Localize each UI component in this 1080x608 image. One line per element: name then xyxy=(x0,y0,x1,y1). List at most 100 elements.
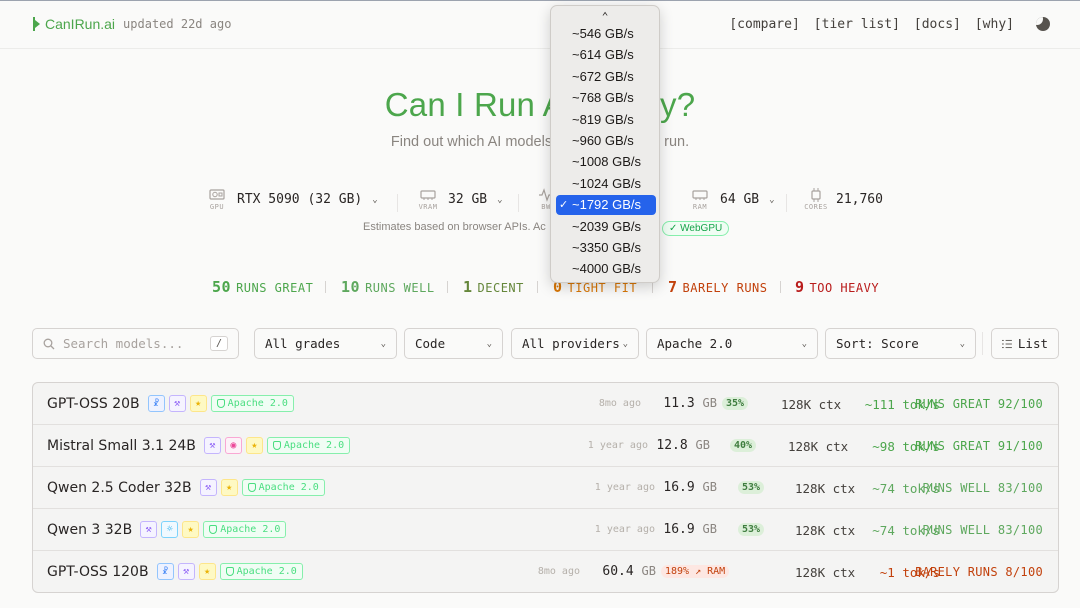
ram-selector[interactable]: RAM 64 GB ⌄ xyxy=(688,188,775,211)
gpu-caption: GPU xyxy=(209,203,225,211)
chevron-down-icon: ⌄ xyxy=(959,338,965,349)
nodes-icon: ☧ xyxy=(156,563,174,580)
bandwidth-option[interactable]: ~1008 GB/s xyxy=(556,152,656,172)
nav-tier-list[interactable]: [tier list] xyxy=(814,17,900,32)
chevron-down-icon: ⌄ xyxy=(497,194,503,205)
task-select[interactable]: Code ⌄ xyxy=(404,328,503,359)
memory-usage-badge: 35% xyxy=(722,397,749,410)
provider-select[interactable]: All providers ⌄ xyxy=(511,328,639,359)
nav-docs[interactable]: [docs] xyxy=(914,17,961,32)
license-badge: Apache 2.0 xyxy=(241,479,325,496)
bandwidth-option[interactable]: ~672 GB/s xyxy=(556,67,656,87)
chevron-down-icon: ⌄ xyxy=(769,194,775,205)
model-size-unit: GB xyxy=(641,564,656,578)
brand-name[interactable]: CanIRun.ai xyxy=(45,16,115,32)
filter-bar: / All grades⌄ Code⌄ All providers⌄ Apach… xyxy=(0,328,1080,359)
page-title: Can I Run AI locally? xyxy=(384,86,696,123)
hardware-specs: GPU RTX 5090 (32 GB) ⌄ VRAM 32 GB ⌄ BW R… xyxy=(0,188,1080,222)
memory-usage-badge: 53% xyxy=(738,481,765,494)
table-row[interactable]: Qwen 2.5 Coder 32B ⚒ ★ Apache 2.0 1 year ago… xyxy=(33,467,1058,509)
eye-icon: ◉ xyxy=(224,437,242,454)
wrench-icon: ⚒ xyxy=(203,437,221,454)
grade-score: RUNS WELL 83/100 xyxy=(922,523,1043,537)
nav-compare[interactable]: [compare] xyxy=(729,17,799,32)
license-label: Apache 2.0 xyxy=(220,524,281,535)
cores-display: CORES 21,760 xyxy=(804,188,883,211)
grade-count-runs-well[interactable]: 10 RUNS WELL xyxy=(341,278,435,296)
chevron-down-icon: ⌄ xyxy=(622,338,628,349)
bandwidth-dropdown[interactable]: ⌃ ~546 GB/s ~614 GB/s ~672 GB/s ~768 GB/s ~8… xyxy=(550,5,660,283)
license-label: Apache 2.0 xyxy=(258,482,319,493)
grade-count-label: TOO HEAVY xyxy=(809,281,880,295)
grade-count-runs-great[interactable]: 50 RUNS GREAT xyxy=(212,278,313,296)
view-toggle-button[interactable]: List xyxy=(991,328,1059,359)
context-length: 128K ctx xyxy=(795,523,856,538)
bandwidth-option[interactable]: ~819 GB/s xyxy=(556,110,656,130)
model-size-value: 11.3 xyxy=(663,396,695,411)
model-size: 16.9 GB xyxy=(657,522,717,537)
nodes-icon: ☧ xyxy=(147,395,165,412)
grade-count-label: BARELY RUNS xyxy=(682,281,768,295)
grade-count-label: TIGHT FIT xyxy=(567,281,638,295)
brand[interactable]: CanIRun.ai updated 22d ago xyxy=(33,16,231,32)
gpu-value: RTX 5090 (32 GB) xyxy=(237,192,363,207)
grade-count-too-heavy[interactable]: 9 TOO HEAVY xyxy=(795,278,879,296)
bandwidth-option[interactable]: ~960 GB/s xyxy=(556,131,656,151)
vram-selector[interactable]: VRAM 32 GB ⌄ xyxy=(416,188,503,211)
table-row[interactable]: Qwen 3 32B ⚒ ☼ ★ Apache 2.0 1 year ago 16.9 GB… xyxy=(33,509,1058,551)
grade-select[interactable]: All grades ⌄ xyxy=(254,328,397,359)
grade-count-barely-runs[interactable]: 7 BARELY RUNS xyxy=(668,278,768,296)
grade-score: RUNS WELL 83/100 xyxy=(922,481,1043,495)
moon-icon[interactable] xyxy=(1036,17,1050,31)
model-size-value: 16.9 xyxy=(663,480,695,495)
bandwidth-option[interactable]: ~614 GB/s xyxy=(556,45,656,65)
license-select[interactable]: Apache 2.0 ⌄ xyxy=(646,328,818,359)
memory-usage-badge: 53% xyxy=(738,523,765,536)
cores-caption: CORES xyxy=(804,203,828,211)
search-input[interactable] xyxy=(63,336,193,351)
table-row[interactable]: GPT-OSS 20B ☧ ⚒ ★ Apache 2.0 8mo ago 11.3 GB 35… xyxy=(33,383,1058,425)
table-row[interactable]: GPT-OSS 120B ☧ ⚒ ★ Apache 2.0 8mo ago 60.4 GB 1… xyxy=(33,551,1058,592)
search-box[interactable]: / xyxy=(32,328,239,359)
estimate-note: Estimates based on browser APIs. Ac xyxy=(363,221,546,233)
sort-select[interactable]: Sort: Score ⌄ xyxy=(825,328,976,359)
bandwidth-option[interactable]: ~3350 GB/s xyxy=(556,238,656,258)
chevron-down-icon: ⌄ xyxy=(380,338,386,349)
bandwidth-option[interactable]: ~768 GB/s xyxy=(556,88,656,108)
model-name-cell: GPT-OSS 20B ☧ ⚒ ★ Apache 2.0 xyxy=(47,395,294,412)
bandwidth-option[interactable]: ~1792 GB/s xyxy=(556,195,656,216)
model-size-unit: GB xyxy=(702,522,717,536)
model-name: Qwen 3 32B xyxy=(47,521,133,538)
nav-why[interactable]: [why] xyxy=(975,17,1014,32)
spec-divider xyxy=(786,194,787,212)
table-row[interactable]: Mistral Small 3.1 24B ⚒ ◉ ★ Apache 2.0 1 year… xyxy=(33,425,1058,467)
top-bar: CanIRun.ai updated 22d ago [compare] [ti… xyxy=(0,0,1080,49)
model-size-unit: GB xyxy=(702,396,717,410)
task-select-value: Code xyxy=(415,336,446,351)
scroll-up-icon[interactable]: ⌃ xyxy=(551,10,659,23)
search-icon xyxy=(43,338,55,349)
page-subtitle: Find out which AI models you can actuall… xyxy=(390,134,690,150)
grade-count-number: 9 xyxy=(795,278,805,296)
bulb-icon: ☼ xyxy=(161,521,179,538)
context-length: 128K ctx xyxy=(781,397,842,412)
grade-count-decent[interactable]: 1 DECENT xyxy=(463,278,524,296)
context-length: 128K ctx xyxy=(795,565,856,580)
model-name: GPT-OSS 20B xyxy=(47,395,140,412)
bandwidth-option[interactable]: ~4000 GB/s xyxy=(556,259,656,279)
grade-score: RUNS GREAT 92/100 xyxy=(915,397,1043,411)
model-size: 16.9 GB xyxy=(657,480,717,495)
bandwidth-option[interactable]: ~2039 GB/s xyxy=(556,217,656,237)
model-size-unit: GB xyxy=(702,480,717,494)
license-badge: Apache 2.0 xyxy=(219,563,303,580)
grade-count-number: 50 xyxy=(212,278,232,296)
context-length: 128K ctx xyxy=(795,481,856,496)
cpu-icon xyxy=(811,188,821,202)
gpu-selector[interactable]: GPU RTX 5090 (32 GB) ⌄ xyxy=(205,188,378,211)
memory-icon xyxy=(420,190,436,200)
webgpu-label: WebGPU xyxy=(680,223,723,234)
grade-counts: 50 RUNS GREAT 10 RUNS WELL 1 DECENT 0 TIGHT FIT… xyxy=(0,278,1080,298)
bandwidth-option[interactable]: ~546 GB/s xyxy=(556,24,656,44)
bandwidth-option[interactable]: ~1024 GB/s xyxy=(556,174,656,194)
wrench-icon: ⚒ xyxy=(140,521,158,538)
